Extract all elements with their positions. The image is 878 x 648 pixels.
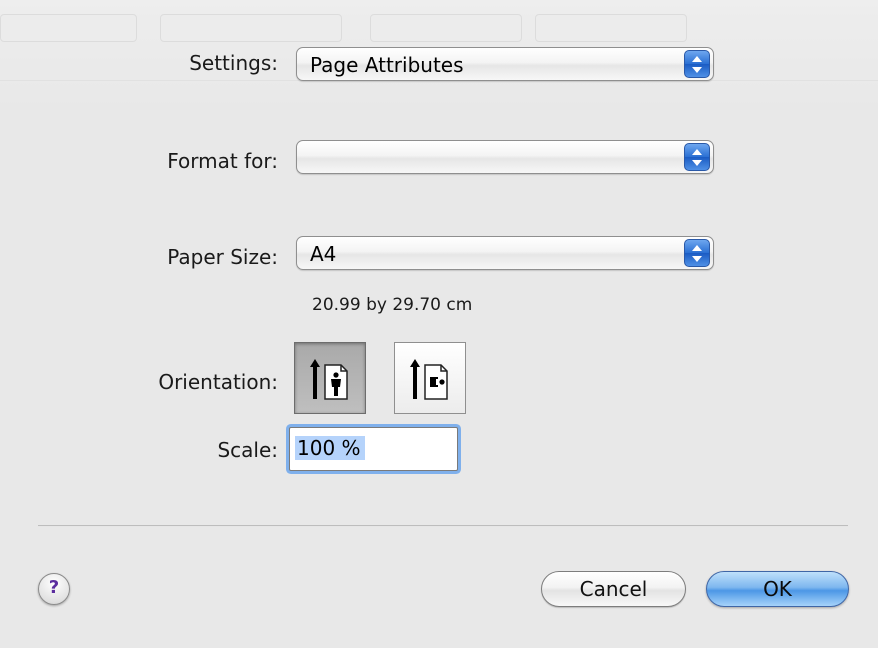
background-toolbar-control	[535, 14, 687, 42]
settings-label: Settings:	[189, 51, 278, 75]
paper-dimensions: 20.99 by 29.70 cm	[312, 295, 473, 315]
updown-arrows-icon	[684, 50, 710, 78]
settings-popup-value: Page Attributes	[310, 53, 464, 77]
paper-size-popup-value: A4	[310, 242, 337, 266]
help-button[interactable]: ?	[38, 573, 70, 605]
format-for-label: Format for:	[167, 149, 278, 173]
landscape-orientation-icon	[410, 359, 448, 400]
orientation-landscape-button[interactable]	[394, 342, 466, 414]
format-for-popup[interactable]	[296, 140, 714, 174]
cancel-button[interactable]: Cancel	[541, 571, 686, 607]
scale-input[interactable]: 100 %	[289, 427, 458, 471]
background-toolbar-control	[160, 14, 342, 42]
help-icon: ?	[48, 577, 60, 598]
updown-arrows-icon	[684, 239, 710, 267]
ok-button[interactable]: OK	[706, 571, 849, 607]
page-setup-dialog: Settings: Page Attributes Format for: Pa…	[0, 0, 878, 648]
portrait-orientation-icon	[310, 359, 348, 400]
settings-popup[interactable]: Page Attributes	[296, 47, 714, 81]
divider	[38, 525, 848, 527]
scale-label: Scale:	[217, 438, 278, 462]
paper-size-popup[interactable]: A4	[296, 236, 714, 270]
background-toolbar-control	[0, 14, 137, 42]
orientation-portrait-button[interactable]	[294, 342, 366, 414]
updown-arrows-icon	[684, 143, 710, 171]
paper-size-label: Paper Size:	[167, 245, 278, 269]
scale-input-value: 100 %	[295, 436, 365, 460]
background-toolbar-control	[370, 14, 522, 42]
orientation-label: Orientation:	[158, 370, 278, 394]
